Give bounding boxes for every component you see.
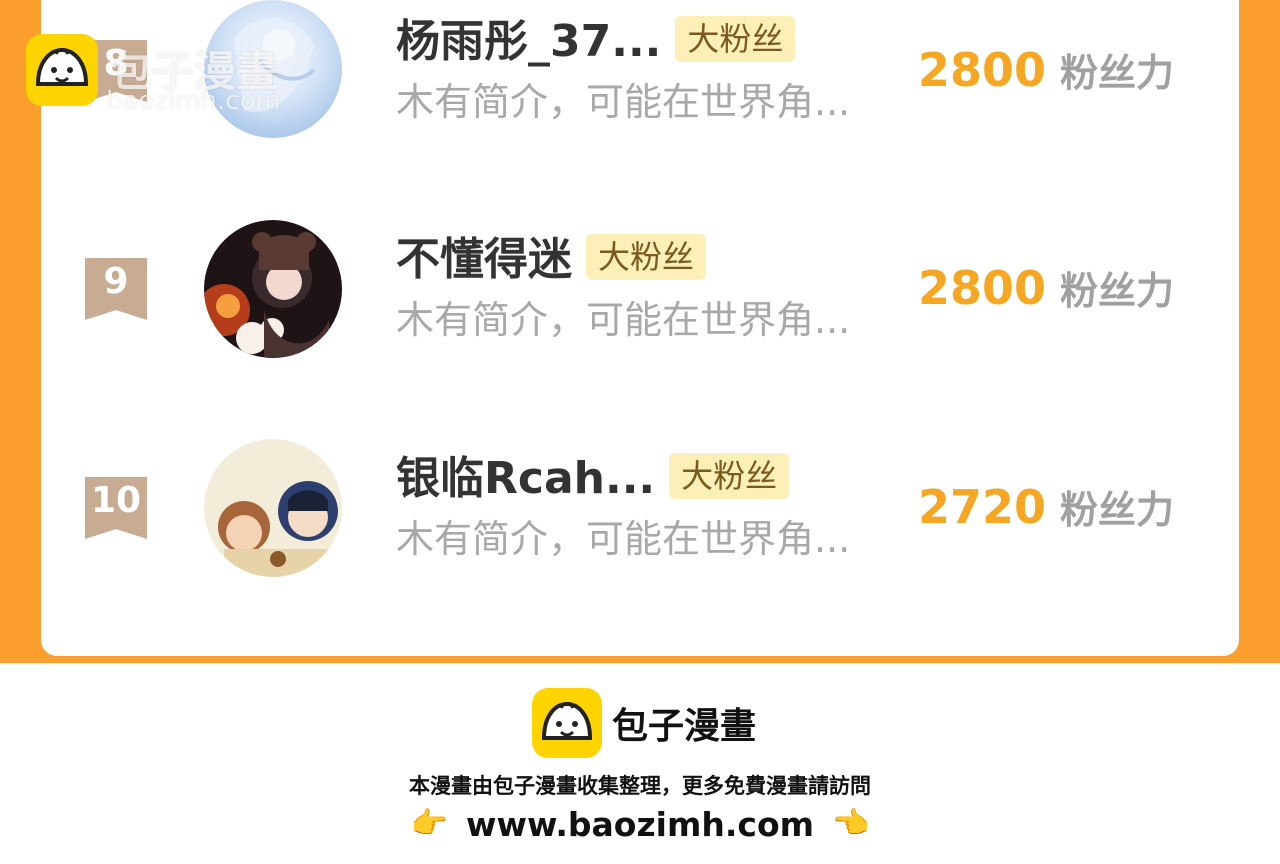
fan-name[interactable]: 杨雨彤_37... 大粉丝: [396, 14, 796, 70]
avatar[interactable]: [204, 439, 342, 577]
score-unit: 粉丝力: [1060, 51, 1175, 95]
fan-score: 2720 粉丝力: [918, 479, 1174, 546]
pointing-right-hand-icon: 👉: [410, 806, 448, 841]
avatar-image: [204, 220, 342, 358]
rank-ribbon: 9: [85, 258, 147, 320]
baozi-logo-icon: [26, 34, 98, 106]
fan-name-text: 不懂得迷: [396, 234, 572, 285]
fan-score: 2800 粉丝力: [918, 42, 1174, 109]
footer-caption: 本漫畫由包子漫畫收集整理，更多免費漫畫請訪問: [409, 774, 871, 798]
fan-name[interactable]: 银临Rcah... 大粉丝: [396, 451, 790, 507]
pointing-left-hand-icon: 👈: [832, 806, 870, 841]
fan-name-text: 杨雨彤_37...: [396, 16, 662, 67]
fan-rank-row-9[interactable]: 9 不懂得迷 大粉丝 木有简介，可能在世界角... 2800 粉丝力: [0, 218, 1280, 368]
fan-rank-row-10[interactable]: 10 银临Rcah... 大粉丝 木有简介，可能在世界角... 2720 粉丝力: [0, 437, 1280, 587]
fan-description: 木有简介，可能在世界角...: [396, 517, 851, 561]
fan-name[interactable]: 不懂得迷 大粉丝: [396, 232, 707, 288]
avatar-image: [204, 439, 342, 577]
fan-badge: 大粉丝: [669, 453, 790, 499]
fan-score: 2800 粉丝力: [918, 260, 1174, 327]
score-unit: 粉丝力: [1060, 488, 1175, 532]
score-value: 2720: [918, 480, 1047, 534]
footer-brand-name: 包子漫畫: [612, 706, 757, 747]
fan-description: 木有简介，可能在世界角...: [396, 298, 851, 342]
footer-brand-block[interactable]: 包子漫畫: [532, 688, 756, 758]
fan-badge: 大粉丝: [675, 16, 796, 62]
rank-ribbon: 10: [85, 477, 147, 539]
avatar[interactable]: [204, 220, 342, 358]
score-unit: 粉丝力: [1060, 269, 1175, 313]
fan-badge: 大粉丝: [586, 234, 707, 280]
watermark: 包子漫畫 baozimh.com: [26, 34, 326, 124]
baozi-logo-icon: [532, 688, 602, 758]
score-value: 2800: [918, 261, 1047, 315]
watermark-url: baozimh.com: [106, 86, 281, 116]
fan-name-text: 银临Rcah...: [396, 453, 656, 504]
fan-description: 木有简介，可能在世界角...: [396, 80, 851, 124]
footer-url-row: 👉 www.baozimh.com 👈: [0, 802, 1280, 846]
score-value: 2800: [918, 43, 1047, 97]
footer-url-link[interactable]: www.baozimh.com: [466, 805, 814, 844]
